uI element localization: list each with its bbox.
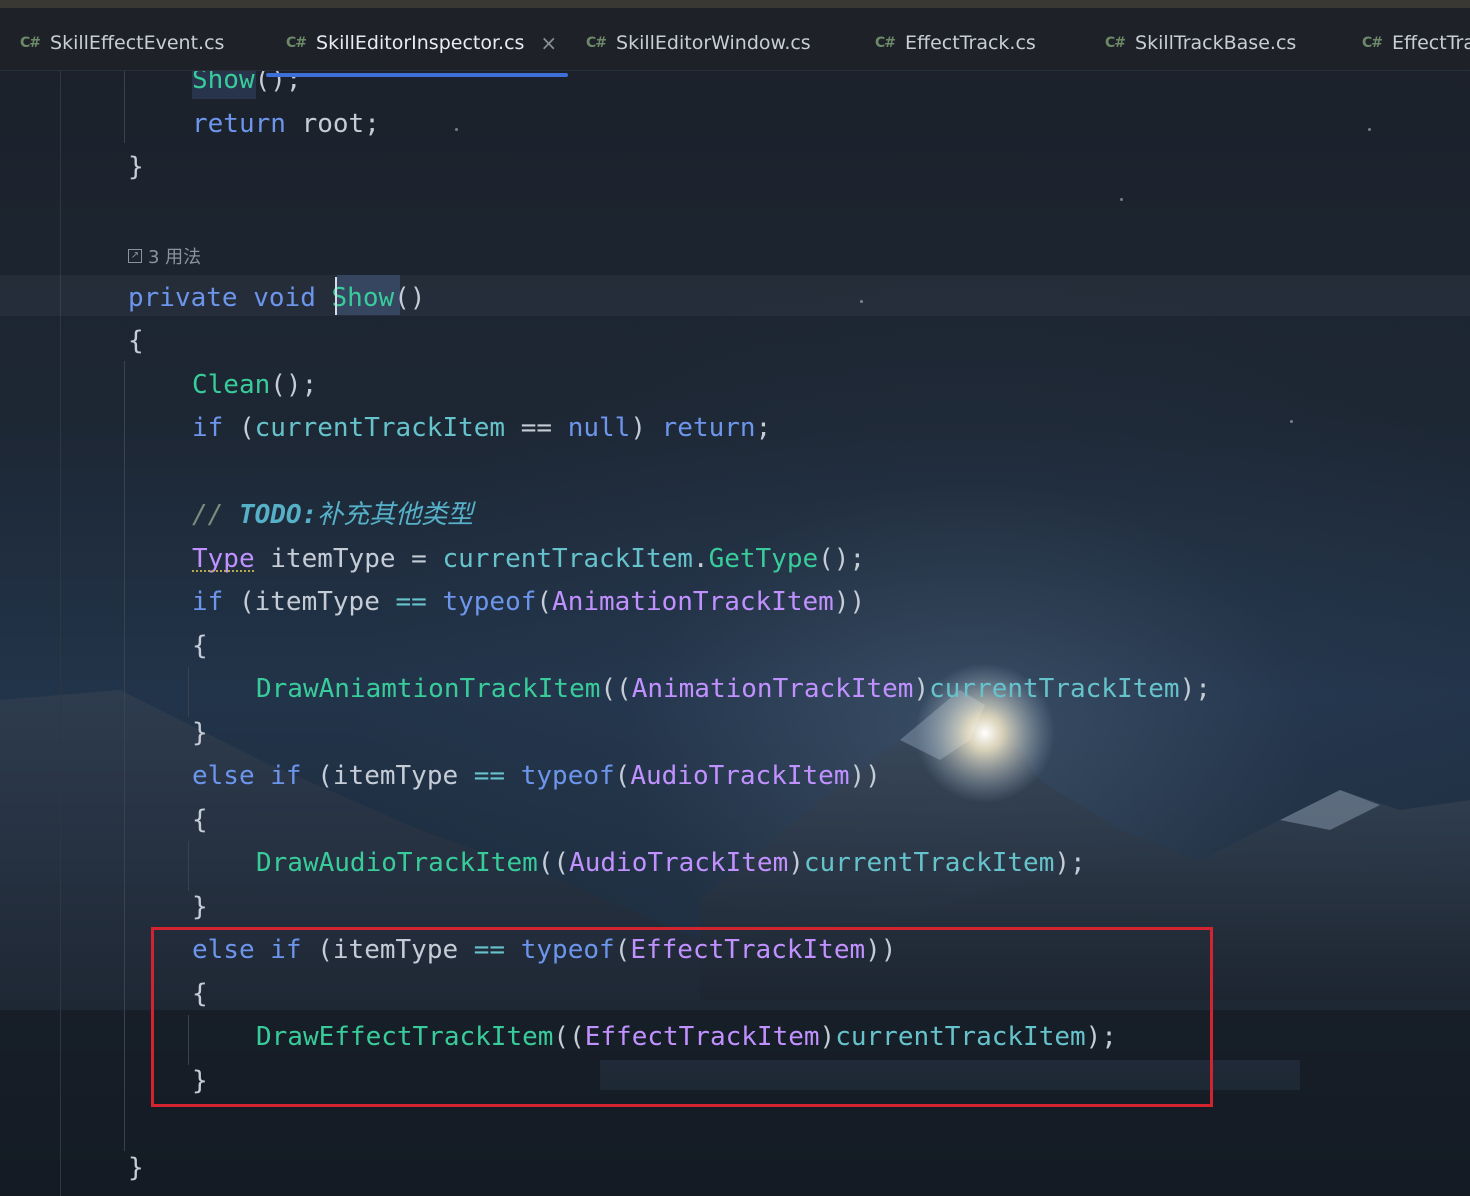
- code-line: {: [192, 631, 208, 661]
- tab-effecttrackitem-truncated[interactable]: C# EffectTra: [1362, 16, 1470, 70]
- gutter-divider: [60, 71, 61, 1196]
- tab-label: SkillEditorInspector.cs: [316, 32, 525, 54]
- editor-tab-bar: C# SkillEffectEvent.cs C# SkillEditorIns…: [0, 0, 1470, 77]
- external-link-icon: ↗: [128, 249, 142, 263]
- tab-label: SkillTrackBase.cs: [1135, 32, 1297, 54]
- code-line: {: [192, 805, 208, 835]
- code-line: {: [128, 326, 144, 356]
- csharp-file-icon: C#: [586, 35, 607, 51]
- code-line: DrawAniamtionTrackItem((AnimationTrackIt…: [256, 674, 1211, 704]
- code-line: else if (itemType == typeof(AudioTrackIt…: [192, 761, 881, 791]
- csharp-file-icon: C#: [875, 35, 896, 51]
- indent-guide: [188, 841, 189, 891]
- usages-label: 3 用法: [148, 247, 202, 268]
- code-line: DrawAudioTrackItem((AudioTrackItem)curre…: [256, 848, 1086, 878]
- code-line: Clean();: [192, 370, 318, 400]
- close-tab-icon[interactable]: ×: [540, 31, 557, 55]
- tab-label: EffectTra: [1392, 32, 1470, 54]
- csharp-file-icon: C#: [1105, 35, 1126, 51]
- tab-skilleffectevent[interactable]: C# SkillEffectEvent.cs: [20, 16, 224, 70]
- todo-comment: // TODO:补充其他类型: [192, 500, 474, 530]
- indent-guide: [124, 71, 125, 143]
- indent-guide: [188, 667, 189, 717]
- code-line: }: [192, 718, 208, 748]
- code-line: }: [128, 152, 144, 182]
- code-line: private void Show(): [128, 283, 426, 313]
- active-tab-indicator: [266, 73, 568, 77]
- code-line: if (itemType == typeof(AnimationTrackIte…: [192, 587, 866, 617]
- code-line: }: [192, 892, 208, 922]
- code-line: }: [128, 1153, 144, 1183]
- code-line: if (currentTrackItem == null) return;: [192, 413, 772, 443]
- code-line: return root;: [192, 109, 380, 139]
- usages-inlay-hint[interactable]: ↗ 3 用法: [128, 243, 201, 269]
- csharp-file-icon: C#: [286, 35, 307, 51]
- text-caret: [335, 277, 337, 315]
- indent-guide: [124, 361, 125, 1151]
- annotation-highlight-box: [151, 927, 1213, 1107]
- tab-label: EffectTrack.cs: [905, 32, 1036, 54]
- tab-skilleditorinspector[interactable]: C# SkillEditorInspector.cs ×: [286, 16, 557, 70]
- tab-label: SkillEffectEvent.cs: [50, 32, 225, 54]
- csharp-file-icon: C#: [20, 35, 41, 51]
- tab-effecttrack[interactable]: C# EffectTrack.cs: [875, 16, 1036, 70]
- code-line: Type itemType = currentTrackItem.GetType…: [192, 544, 866, 574]
- tab-skilleditorwindow[interactable]: C# SkillEditorWindow.cs: [586, 16, 811, 70]
- csharp-file-icon: C#: [1362, 35, 1383, 51]
- tab-label: SkillEditorWindow.cs: [616, 32, 811, 54]
- tab-skilltrackbase[interactable]: C# SkillTrackBase.cs: [1105, 16, 1296, 70]
- inspection-underline: [192, 570, 254, 572]
